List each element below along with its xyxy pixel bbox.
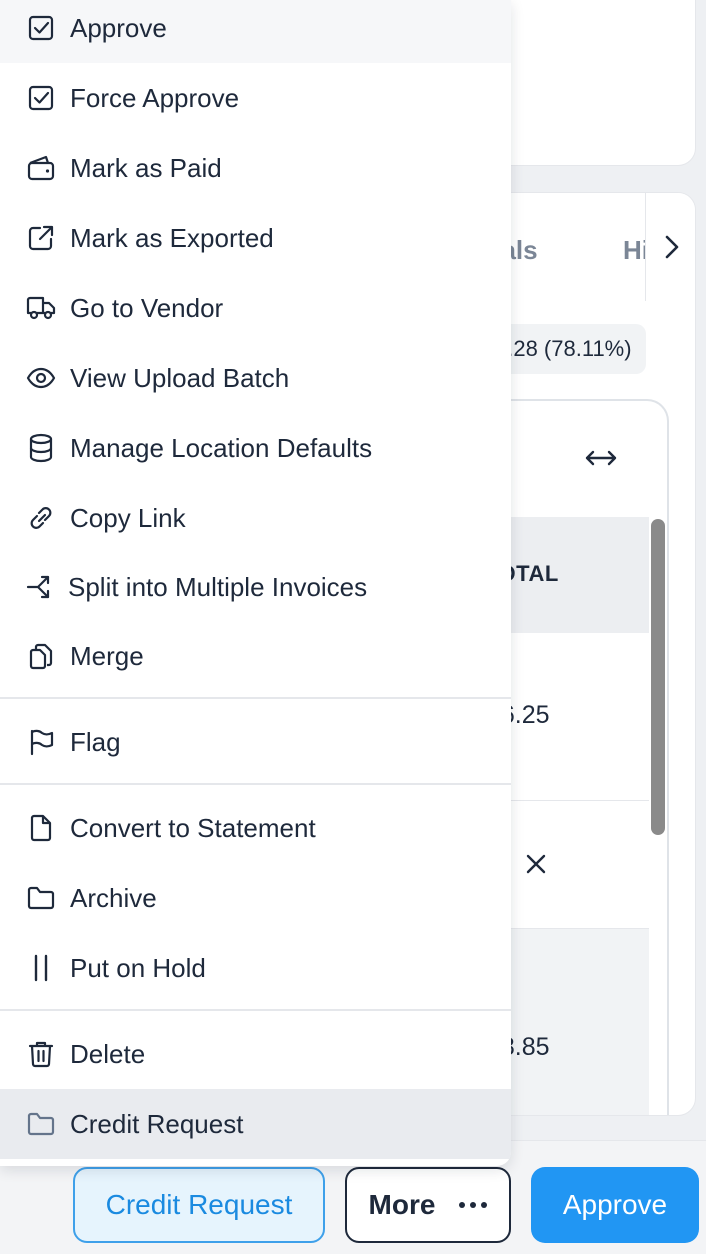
- menu-item-force-approve[interactable]: Force Approve: [0, 63, 511, 133]
- menu-divider: [0, 783, 511, 785]
- arrows-horizontal-icon: [585, 450, 617, 466]
- menu-item-merge[interactable]: Merge: [0, 621, 511, 691]
- menu-item-label: Go to Vendor: [70, 292, 224, 323]
- folder-icon: [26, 883, 56, 913]
- menu-item-archive[interactable]: Archive: [0, 863, 511, 933]
- menu-item-label: Flag: [70, 726, 121, 757]
- menu-item-mark-as-exported[interactable]: Mark as Exported: [0, 203, 511, 273]
- eye-icon: [26, 363, 56, 393]
- menu-item-label: Force Approve: [70, 82, 240, 113]
- more-actions-menu: Approve Force Approve Mark as Paid Mark …: [0, 0, 511, 1166]
- menu-item-label: Mark as Paid: [70, 152, 222, 183]
- check-square-icon: [26, 13, 56, 43]
- menu-item-label: Mark as Exported: [70, 222, 274, 253]
- menu-item-copy-link[interactable]: Copy Link: [0, 483, 511, 553]
- link-icon: [26, 503, 56, 533]
- approve-button[interactable]: Approve: [531, 1167, 699, 1243]
- menu-item-label: View Upload Batch: [70, 362, 290, 393]
- truck-icon: [26, 293, 56, 323]
- database-icon: [26, 433, 56, 463]
- copy-icon: [26, 641, 56, 671]
- menu-item-label: Credit Request: [70, 1108, 244, 1139]
- menu-item-split-invoices[interactable]: Split into Multiple Invoices: [0, 552, 511, 622]
- menu-item-label: Convert to Statement: [70, 812, 316, 843]
- folder-icon: [26, 1109, 56, 1139]
- more-button[interactable]: More: [345, 1167, 511, 1243]
- menu-item-convert-to-statement[interactable]: Convert to Statement: [0, 793, 511, 863]
- tab-scroll-right-button[interactable]: [645, 193, 695, 301]
- file-icon: [26, 813, 56, 843]
- menu-item-view-upload-batch[interactable]: View Upload Batch: [0, 343, 511, 413]
- credit-request-button[interactable]: Credit Request: [73, 1167, 325, 1243]
- expand-columns-button[interactable]: [581, 443, 621, 473]
- menu-divider: [0, 1009, 511, 1011]
- menu-item-label: Merge: [70, 640, 144, 671]
- variance-badge: 1.28 (78.11%): [491, 324, 646, 374]
- menu-item-delete[interactable]: Delete: [0, 1019, 511, 1089]
- chevron-right-icon: [665, 235, 678, 259]
- more-button-label: More: [368, 1189, 436, 1220]
- menu-item-manage-location-defaults[interactable]: Manage Location Defaults: [0, 413, 511, 483]
- menu-divider: [0, 697, 511, 699]
- menu-item-label: Put on Hold: [70, 952, 206, 983]
- flag-icon: [26, 727, 56, 757]
- menu-item-approve[interactable]: Approve: [0, 0, 511, 63]
- pause-icon: [26, 953, 56, 983]
- menu-item-label: Delete: [70, 1038, 146, 1069]
- scrollbar-thumb[interactable]: [651, 519, 665, 835]
- wallet-icon: [26, 153, 56, 183]
- ellipsis-icon: [459, 1202, 488, 1208]
- split-icon: [26, 572, 56, 602]
- menu-item-label: Approve: [70, 12, 167, 43]
- menu-item-label: Manage Location Defaults: [70, 432, 373, 463]
- close-icon[interactable]: [521, 849, 551, 879]
- table-scrollbar[interactable]: [649, 517, 667, 1115]
- trash-icon: [26, 1039, 56, 1069]
- menu-item-put-on-hold[interactable]: Put on Hold: [0, 933, 511, 1003]
- check-square-icon: [26, 83, 56, 113]
- tab-history[interactable]: Hi: [623, 235, 645, 266]
- menu-item-mark-as-paid[interactable]: Mark as Paid: [0, 133, 511, 203]
- menu-item-go-to-vendor[interactable]: Go to Vendor: [0, 273, 511, 343]
- external-link-icon: [26, 223, 56, 253]
- menu-item-label: Archive: [70, 882, 157, 913]
- menu-item-flag[interactable]: Flag: [0, 707, 511, 777]
- menu-item-label: Split into Multiple Invoices: [68, 571, 368, 602]
- menu-item-credit-request[interactable]: Credit Request: [0, 1089, 511, 1159]
- menu-item-label: Copy Link: [70, 502, 186, 533]
